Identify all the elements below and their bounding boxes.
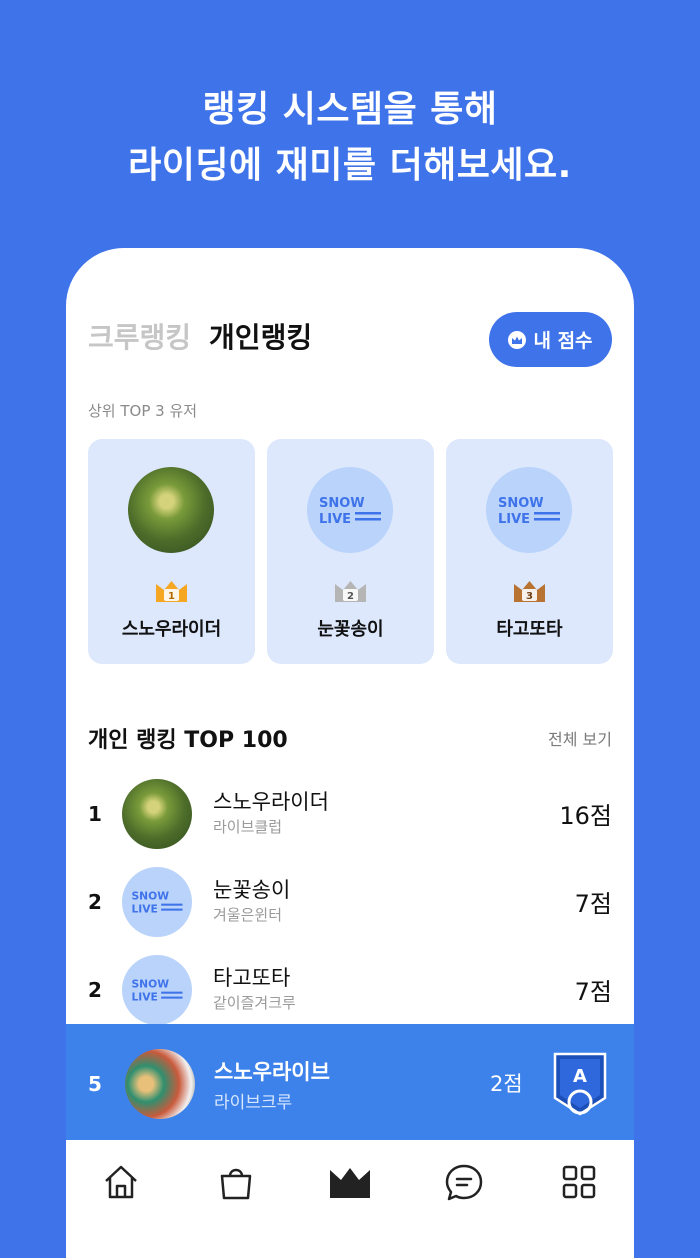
top3-name: 눈꽃송이 — [317, 619, 384, 640]
top3-caption: 상위 TOP 3 유저 — [88, 402, 198, 420]
svg-text:SNOW: SNOW — [498, 496, 544, 511]
svg-text:LIVE: LIVE — [498, 512, 530, 527]
crown-circle-icon — [508, 330, 527, 349]
view-all-link[interactable]: 전체 보기 — [548, 726, 612, 750]
tab-crew-ranking[interactable]: 크루랭킹 — [88, 316, 191, 356]
shopping-bag-icon[interactable] — [216, 1162, 256, 1202]
tab-personal-ranking[interactable]: 개인랭킹 — [209, 316, 312, 356]
my-crew: 라이브크루 — [214, 1093, 293, 1113]
user-score: 7점 — [574, 978, 612, 1006]
my-score-button[interactable]: 내 점수 — [489, 312, 612, 367]
svg-text:SNOW: SNOW — [131, 890, 169, 903]
top3-card-1[interactable]: 1 스노우라이더 — [88, 439, 255, 664]
tier-letter: A — [573, 1066, 587, 1087]
my-rank-bar[interactable]: 5 스노우라이브 라이브크루 2점 A — [66, 1024, 634, 1140]
promo-headline: 랭킹 시스템을 통해 라이딩에 재미를 더해보세요. — [0, 82, 700, 194]
bronze-crown-icon: 3 — [514, 581, 545, 602]
crew-name: 라이브클럽 — [213, 818, 283, 836]
user-name: 스노우라이더 — [213, 790, 329, 814]
snowlive-logo-icon: SNOW LIVE — [486, 467, 572, 553]
user-name: 타고또타 — [213, 966, 291, 990]
phone-screen: 크루랭킹 개인랭킹 내 점수 상위 TOP 3 유저 1 스노우라이더 SNOW… — [66, 248, 634, 1258]
ranking-tabs: 크루랭킹 개인랭킹 — [88, 316, 312, 356]
crew-name: 겨울은윈터 — [213, 906, 283, 924]
home-icon[interactable] — [101, 1162, 141, 1202]
svg-text:LIVE: LIVE — [131, 991, 157, 1004]
top3-card-3[interactable]: SNOW LIVE 3 타고또타 — [446, 439, 613, 664]
svg-text:LIVE: LIVE — [319, 512, 351, 527]
svg-text:LIVE: LIVE — [131, 903, 157, 916]
chat-bubble-icon[interactable] — [444, 1162, 484, 1202]
top3-cards: 1 스노우라이더 SNOW LIVE 2 눈꽃송이 SNOW LIVE 3 타고… — [88, 439, 613, 664]
ranking-row[interactable]: 2 SNOW LIVE 타고또타 같이즐겨크루 7점 — [88, 954, 612, 1026]
my-rank-number: 5 — [88, 1072, 102, 1096]
rank-number: 2 — [88, 978, 102, 1002]
bottom-navigation — [66, 1140, 634, 1240]
snowlive-logo-icon: SNOW LIVE — [122, 955, 192, 1025]
my-name: 스노우라이브 — [214, 1060, 330, 1084]
tier-shield-icon: A — [553, 1052, 607, 1116]
top3-card-2[interactable]: SNOW LIVE 2 눈꽃송이 — [267, 439, 434, 664]
ranking-row[interactable]: 2 SNOW LIVE 눈꽃송이 겨울은윈터 7점 — [88, 866, 612, 938]
snowlive-logo-icon: SNOW LIVE — [122, 867, 192, 937]
headline-line-1: 랭킹 시스템을 통해 — [202, 89, 498, 130]
user-name: 눈꽃송이 — [213, 878, 291, 902]
my-score: 2점 — [490, 1072, 523, 1096]
avatar — [128, 467, 214, 553]
crown-icon[interactable] — [328, 1162, 372, 1202]
gold-crown-icon: 1 — [156, 581, 187, 602]
crown-rank-label: 1 — [168, 591, 175, 602]
my-score-label: 내 점수 — [533, 330, 593, 352]
user-score: 7점 — [574, 890, 612, 918]
svg-text:SNOW: SNOW — [319, 496, 365, 511]
grid-icon[interactable] — [559, 1162, 599, 1202]
svg-text:SNOW: SNOW — [131, 978, 169, 991]
top3-name: 스노우라이더 — [121, 619, 222, 640]
crew-name: 같이즐겨크루 — [213, 994, 296, 1012]
silver-crown-icon: 2 — [335, 581, 366, 602]
ranking-row[interactable]: 1 스노우라이더 라이브클럽 16점 — [88, 778, 612, 850]
my-avatar — [125, 1049, 195, 1119]
crown-rank-label: 2 — [347, 591, 354, 602]
crown-rank-label: 3 — [526, 591, 533, 602]
ranking-list-title: 개인 랭킹 TOP 100 — [88, 728, 288, 753]
user-score: 16점 — [559, 802, 612, 830]
avatar — [122, 779, 192, 849]
top3-name: 타고또타 — [496, 619, 563, 640]
snowlive-logo-icon: SNOW LIVE — [307, 467, 393, 553]
rank-number: 2 — [88, 890, 102, 914]
headline-line-2: 라이딩에 재미를 더해보세요. — [128, 145, 572, 186]
rank-number: 1 — [88, 802, 102, 826]
